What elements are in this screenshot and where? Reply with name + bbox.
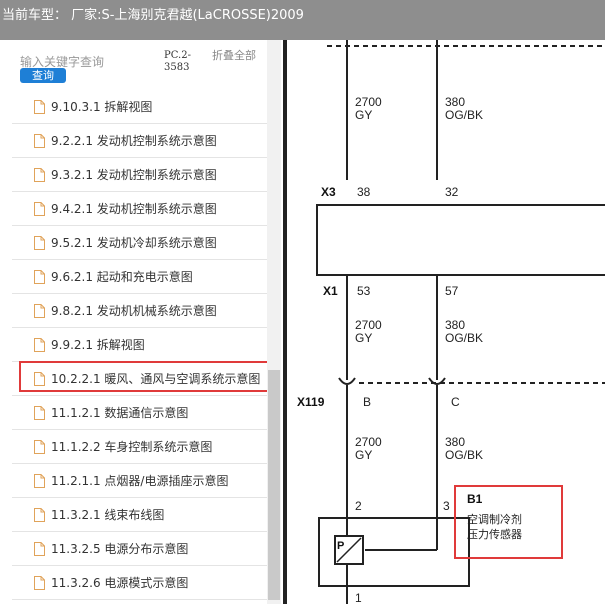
collapse-all-button[interactable]: 折叠全部 (212, 50, 256, 62)
navigation-panel: 查询 PC.2-3583 折叠全部 9.10.3.1 拆解视图 9.2.2.1 发… (0, 40, 285, 604)
sensor-pin-right: 3 (443, 499, 450, 513)
window-title: 当前车型： 厂家:S-上海别克君越(LaCROSSE)2009 (2, 8, 304, 23)
wire-num-top-right: 380 (445, 95, 465, 109)
list-item[interactable]: 9.5.2.1 发动机冷却系统示意图 (12, 226, 267, 260)
search-button[interactable]: 查询 (20, 68, 66, 83)
document-icon (34, 303, 45, 318)
list-item[interactable]: 9.2.2.1 发动机控制系统示意图 (12, 124, 267, 158)
wiring-diagram-panel: 2700 GY 380 OG/BK X3 38 32 X1 53 57 2700… (287, 40, 605, 605)
wire-num-top-left: 2700 (355, 95, 382, 109)
document-icon (34, 99, 45, 114)
list-item-label: 9.9.2.1 拆解视图 (51, 338, 145, 352)
document-code: PC.2-3583 (164, 50, 191, 73)
document-icon (34, 575, 45, 590)
list-item-label: 11.2.1.1 点烟器/电源插座示意图 (51, 474, 229, 488)
list-item[interactable]: 11.3.2.5 电源分布示意图 (12, 532, 267, 566)
list-item[interactable]: 9.9.2.1 拆解视图 (12, 328, 267, 362)
list-item-label: 11.3.2.5 电源分布示意图 (51, 542, 189, 556)
wire-color-mid-right: OG/BK (445, 331, 483, 345)
list-item[interactable]: 9.4.2.1 发动机控制系统示意图 (12, 192, 267, 226)
list-item[interactable]: 9.8.2.1 发动机机械系统示意图 (12, 294, 267, 328)
wire-num-bot-right: 380 (445, 435, 465, 449)
scrollbar[interactable] (267, 40, 281, 604)
sensor-id: B1 (467, 492, 483, 506)
wire-num-mid-right: 380 (445, 318, 465, 332)
document-icon (34, 337, 45, 352)
wire-color-bot-right: OG/BK (445, 448, 483, 462)
wiring-diagram: 2700 GY 380 OG/BK X3 38 32 X1 53 57 2700… (297, 40, 605, 605)
search-bar: 查询 PC.2-3583 折叠全部 (0, 40, 285, 86)
list-item-label: 9.4.2.1 发动机控制系统示意图 (51, 202, 217, 216)
document-icon (34, 269, 45, 284)
list-item[interactable]: 10.2.2.1 暖风、通风与空调系统示意图 (12, 362, 267, 396)
list-item-label: 9.5.2.1 发动机冷却系统示意图 (51, 236, 217, 250)
wire-color-bot-left: GY (355, 448, 372, 462)
wire-color-top-left: GY (355, 108, 372, 122)
sensor-pin-bottom: 1 (355, 591, 362, 604)
list-item[interactable]: 11.1.2.1 数据通信示意图 (12, 396, 267, 430)
document-icon (34, 439, 45, 454)
list-item[interactable]: 11.2.1.1 点烟器/电源插座示意图 (12, 464, 267, 498)
list-item-label: 9.6.2.1 起动和充电示意图 (51, 270, 193, 284)
document-icon (34, 235, 45, 250)
x3-pin-left: 38 (357, 185, 371, 199)
document-icon (34, 507, 45, 522)
list-item-label: 11.3.2.1 线束布线图 (51, 508, 165, 522)
list-item[interactable]: 11.3.2.6 电源模式示意图 (12, 566, 267, 600)
connector-x1-label: X1 (323, 284, 338, 298)
wire-num-bot-left: 2700 (355, 435, 382, 449)
list-item-label: 10.2.2.1 暖风、通风与空调系统示意图 (51, 372, 261, 386)
list-item[interactable]: 11.3.2.1 线束布线图 (12, 498, 267, 532)
list-item[interactable]: 9.6.2.1 起动和充电示意图 (12, 260, 267, 294)
wire-color-top-right: OG/BK (445, 108, 483, 122)
list-item-label: 9.3.2.1 发动机控制系统示意图 (51, 168, 217, 182)
x3-pin-right: 32 (445, 185, 459, 199)
x1-pin-right: 57 (445, 284, 459, 298)
x119-pin-left: B (363, 395, 371, 409)
document-icon (34, 541, 45, 556)
x119-pin-right: C (451, 395, 460, 409)
list-item-label: 11.1.2.2 车身控制系统示意图 (51, 440, 213, 454)
sensor-name-line1: 空调制冷剂 (467, 512, 522, 526)
list-item[interactable]: 9.3.2.1 发动机控制系统示意图 (12, 158, 267, 192)
document-icon (34, 371, 45, 386)
sensor-symbol: P (337, 540, 344, 552)
document-icon (34, 167, 45, 182)
scrollbar-thumb[interactable] (268, 370, 280, 600)
document-icon (34, 473, 45, 488)
harness-box (316, 204, 605, 276)
document-icon (34, 405, 45, 420)
x1-pin-left: 53 (357, 284, 371, 298)
document-icon (34, 201, 45, 216)
document-icon (34, 133, 45, 148)
sensor-name-line2: 压力传感器 (467, 528, 522, 541)
list-item-label: 9.8.2.1 发动机机械系统示意图 (51, 304, 217, 318)
list-item-label: 11.3.2.6 电源模式示意图 (51, 576, 189, 590)
list-item[interactable]: 11.1.2.2 车身控制系统示意图 (12, 430, 267, 464)
title-bar: 当前车型： 厂家:S-上海别克君越(LaCROSSE)2009 (0, 0, 605, 40)
connector-x119-label: X119 (297, 395, 325, 409)
list-item-label: 11.1.2.1 数据通信示意图 (51, 406, 189, 420)
list-item[interactable]: 9.10.3.1 拆解视图 (12, 90, 267, 124)
wire-num-mid-left: 2700 (355, 318, 382, 332)
sensor-pin-left: 2 (355, 499, 362, 513)
connector-x3-label: X3 (321, 185, 336, 199)
wire-color-mid-left: GY (355, 331, 372, 345)
document-list: 9.10.3.1 拆解视图 9.2.2.1 发动机控制系统示意图 9.3.2.1 发… (12, 90, 267, 600)
list-item-label: 9.10.3.1 拆解视图 (51, 100, 153, 114)
list-item-label: 9.2.2.1 发动机控制系统示意图 (51, 134, 217, 148)
